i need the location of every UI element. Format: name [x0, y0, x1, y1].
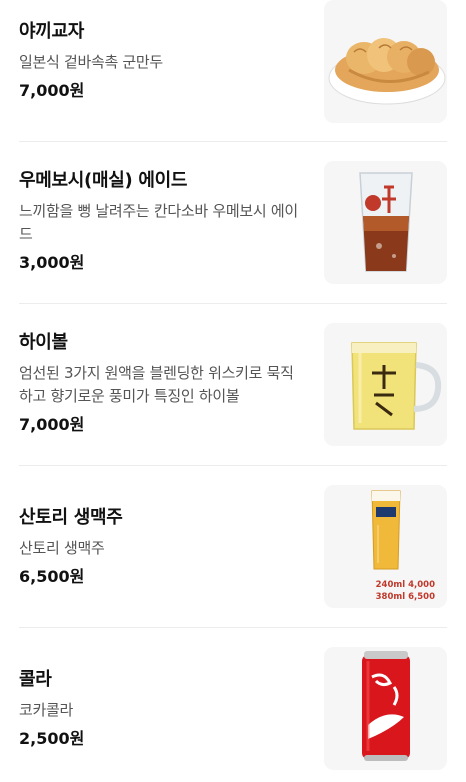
item-price: 7,000원 [19, 415, 85, 434]
item-description: 코카콜라 [19, 701, 74, 719]
menu-item-highball[interactable]: 하이볼 엄선된 3가지 원액을 블렌딩한 위스키로 묵직하고 향기로운 풍미가 … [0, 304, 466, 464]
item-name: 하이볼 [19, 332, 68, 353]
item-description: 엄선된 3가지 원액을 블렌딩한 위스키로 묵직하고 향기로운 풍미가 특징인 … [19, 364, 294, 405]
item-price: 6,500원 [19, 567, 85, 586]
beer-glass-icon[interactable]: 240ml 4,000 380ml 6,500 [324, 485, 447, 608]
item-description: 일본식 겉바속촉 군만두 [19, 53, 163, 71]
menu-item-suntory-draft[interactable]: 산토리 생맥주 산토리 생맥주 6,500원 240ml 4,000 380ml… [0, 466, 466, 626]
item-price: 7,000원 [19, 81, 85, 100]
ade-glass-icon[interactable] [324, 161, 447, 284]
item-name: 우메보시(매실) 에이드 [19, 170, 188, 191]
highball-mug-icon[interactable] [324, 323, 447, 446]
item-name: 산토리 생맥주 [19, 507, 123, 528]
item-description: 느끼함을 뻥 날려주는 칸다소바 우메보시 에이드 [19, 202, 298, 243]
item-name: 콜라 [19, 669, 52, 690]
beer-size-price-240: 240ml 4,000 [375, 580, 435, 590]
menu-item-umeboshi-ade[interactable]: 우메보시(매실) 에이드 느끼함을 뻥 날려주는 칸다소바 우메보시 에이드 3… [0, 142, 466, 302]
item-price: 2,500원 [19, 729, 85, 748]
dumpling-plate-icon[interactable] [324, 0, 447, 123]
beer-size-price-380: 380ml 6,500 [375, 592, 435, 602]
item-description: 산토리 생맥주 [19, 539, 105, 557]
cola-can-icon[interactable] [324, 647, 447, 770]
menu-item-yaki-gyoza[interactable]: 야끼교자 일본식 겉바속촉 군만두 7,000원 [0, 0, 466, 140]
menu-item-cola[interactable]: 콜라 코카콜라 2,500원 [0, 628, 466, 782]
item-name: 야끼교자 [19, 21, 85, 42]
item-price: 3,000원 [19, 253, 85, 272]
